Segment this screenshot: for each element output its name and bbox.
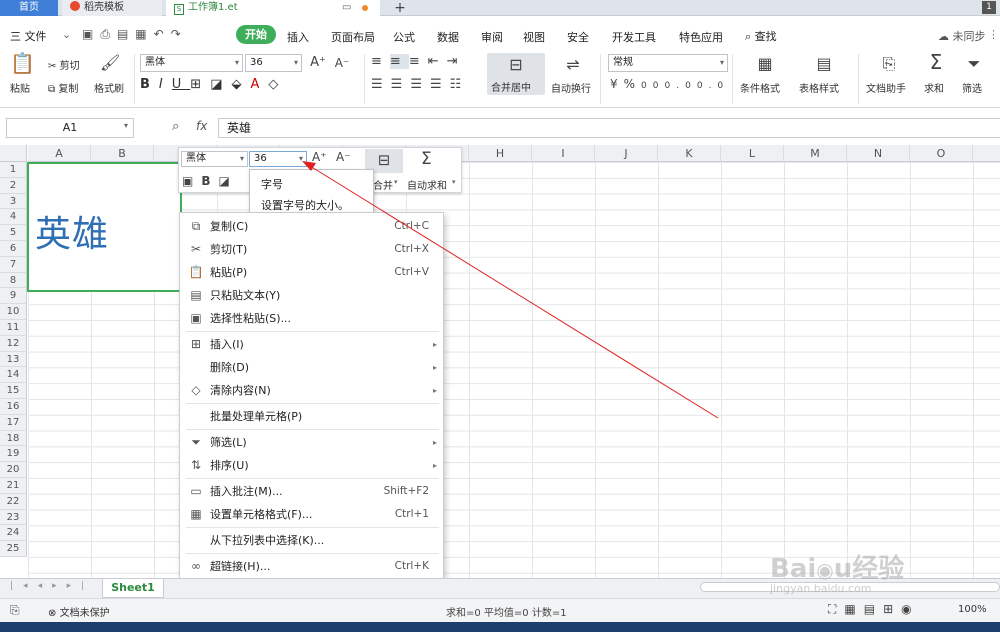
annotation-arrow: [302, 161, 719, 419]
arrow-head: [302, 161, 316, 171]
arrow-line: [309, 165, 719, 419]
